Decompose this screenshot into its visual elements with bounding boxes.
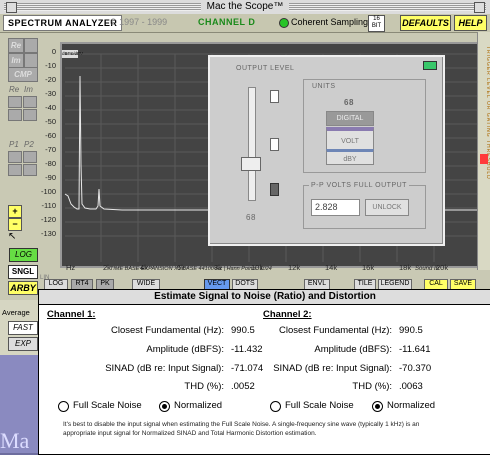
- y-tick-label: -60: [45, 131, 56, 140]
- ch1-full-scale-radio[interactable]: [58, 401, 69, 412]
- output-level-panel: OUTPUT LEVEL 68 UNITS 68 DIGITAL VOLT dB…: [208, 55, 445, 246]
- spectrum-analyzer-label[interactable]: SPECTRUM ANALYZER: [3, 15, 123, 31]
- channel2-heading: Channel 2:: [263, 309, 312, 320]
- output-level-value: 68: [246, 213, 256, 222]
- units-value: 68: [344, 98, 354, 107]
- ch1-sinad-label: SINAD (dB re: Input Signal):: [105, 363, 224, 374]
- y-tick-label: -10: [45, 61, 56, 70]
- re-swatch-2[interactable]: [8, 109, 22, 121]
- y-tick-label: -120: [40, 215, 56, 224]
- dialog-title[interactable]: Estimate Signal to Noise (Ratio) and Dis…: [39, 290, 490, 305]
- channel1-heading: Channel 1:: [47, 309, 96, 320]
- x-tick-label: 12k: [288, 263, 301, 272]
- ch2-sinad-label: SINAD (dB re: Input Signal):: [273, 363, 392, 374]
- pp-volts-input[interactable]: 2.828: [311, 199, 360, 216]
- ch2-fund-label: Closest Fundamental (Hz):: [279, 325, 392, 336]
- log-scale-button[interactable]: LOG: [9, 248, 38, 262]
- cursor-tool-icon[interactable]: ↖: [8, 231, 22, 243]
- zoom-in-button[interactable]: +: [8, 205, 22, 218]
- x-tick-label: Hz: [66, 263, 76, 272]
- y-tick-label: -50: [45, 117, 56, 126]
- y-tick-label: -130: [40, 229, 56, 238]
- y-tick-label: -70: [45, 145, 56, 154]
- re-label: Re: [9, 85, 20, 94]
- ch2-thd-label: THD (%):: [352, 381, 392, 392]
- level-mid-button[interactable]: [270, 138, 279, 151]
- ch2-amp-value: -11.641: [399, 344, 431, 355]
- average-label: Average: [2, 308, 30, 317]
- bit-depth-value: 16: [373, 16, 380, 22]
- copyright-text: © 1997 - 1999: [110, 17, 168, 27]
- status-line: TIME BASE EXPANSION X1 BASE 44100 Hz | H…: [110, 266, 272, 272]
- output-level-title: OUTPUT LEVEL: [236, 65, 295, 72]
- panel-close-icon[interactable]: [423, 61, 437, 70]
- ch2-normalized-radio[interactable]: [372, 401, 383, 412]
- p1-swatch-1[interactable]: [8, 151, 22, 163]
- y-tick-label: -30: [45, 89, 56, 98]
- exp-button[interactable]: EXP: [8, 337, 38, 351]
- unlock-button[interactable]: UNLOCK: [365, 199, 409, 216]
- ch2-thd-value: .0063: [399, 381, 423, 392]
- help-button[interactable]: HELP: [454, 15, 487, 31]
- y-tick-label: -80: [45, 159, 56, 168]
- y-tick-label: -100: [40, 187, 56, 196]
- trigger-strip-label: TRIGGER LEVEL OR GATING THRESHOLD: [485, 46, 490, 180]
- re-swatch-1[interactable]: [8, 96, 22, 108]
- zoom-out-button[interactable]: −: [8, 218, 22, 231]
- ch2-full-scale-radio[interactable]: [270, 401, 281, 412]
- bit-depth-unit: BIT: [371, 23, 382, 29]
- digital-unit-button[interactable]: DIGITAL: [326, 111, 374, 126]
- level-max-button[interactable]: [270, 90, 279, 103]
- snr-dialog: Estimate Signal to Noise (Ratio) and Dis…: [38, 289, 490, 455]
- arby-button[interactable]: ARBY: [8, 281, 38, 295]
- x-tick-label: 18k: [399, 263, 412, 272]
- channel-label[interactable]: CHANNEL D: [198, 16, 255, 29]
- output-level-slider-track[interactable]: [248, 87, 256, 201]
- sngl-button[interactable]: SNGL: [8, 265, 38, 279]
- p1-label: P1: [9, 140, 19, 149]
- y-tick-label: -20: [45, 75, 56, 84]
- ch2-full-scale-label[interactable]: Full Scale Noise: [285, 400, 354, 411]
- ch1-full-scale-label[interactable]: Full Scale Noise: [73, 400, 142, 411]
- ch1-thd-label: THD (%):: [184, 381, 224, 392]
- y-tick-label: 0: [51, 47, 56, 56]
- defaults-button[interactable]: DEFAULTS: [400, 15, 451, 31]
- ch2-amp-label: Amplitude (dBFS):: [314, 344, 392, 355]
- trigger-level-strip[interactable]: TRIGGER LEVEL OR GATING THRESHOLD: [477, 32, 490, 270]
- p1-swatch-2[interactable]: [8, 164, 22, 176]
- ch1-fund-label: Closest Fundamental (Hz):: [111, 325, 224, 336]
- ch1-normalized-radio[interactable]: [159, 401, 170, 412]
- x-tick-label: 14k: [325, 263, 338, 272]
- pp-volts-label: P-P VOLTS FULL OUTPUT: [309, 182, 409, 189]
- window-title: Mac the Scope™: [200, 1, 290, 12]
- coherent-sampling-label: Coherent Sampling: [291, 17, 369, 27]
- volt-unit-button[interactable]: VOLT: [326, 127, 374, 150]
- ch2-normalized-label[interactable]: Normalized: [387, 400, 435, 411]
- ch1-normalized-label[interactable]: Normalized: [174, 400, 222, 411]
- bit-depth-button[interactable]: 16 BIT: [368, 15, 385, 32]
- ch2-sinad-value: -70.370: [399, 363, 432, 374]
- dialog-note: It's best to disable the input signal wh…: [63, 421, 420, 437]
- x-tick-label: 16k: [362, 263, 375, 272]
- title-bar[interactable]: Mac the Scope™: [0, 0, 490, 15]
- units-label: UNITS: [312, 83, 336, 90]
- desktop-area: Average FAST EXP Ma: [0, 300, 38, 453]
- y-tick-label: -110: [41, 201, 56, 210]
- output-level-slider-thumb[interactable]: [241, 157, 261, 171]
- dby-unit-button[interactable]: dBY: [326, 149, 374, 165]
- ch2-fund-value: 990.5: [399, 325, 423, 336]
- main-window: Mac the Scope™ SPECTRUM ANALYZER © 1997 …: [0, 0, 490, 300]
- fast-button[interactable]: FAST: [8, 321, 38, 335]
- y-tick-label: -40: [45, 103, 56, 112]
- desktop-mac-text: Ma: [0, 428, 30, 453]
- sound-in-label: Sound In: [415, 266, 440, 272]
- trigger-marker-icon[interactable]: [480, 154, 488, 164]
- y-tick-label: -90: [45, 173, 56, 182]
- level-min-button[interactable]: [270, 183, 279, 196]
- coherent-sampling-indicator-icon[interactable]: [279, 18, 289, 28]
- toolbar: SPECTRUM ANALYZER © 1997 - 1999 CHANNEL …: [0, 14, 490, 33]
- ch1-amp-label: Amplitude (dBFS):: [146, 344, 224, 355]
